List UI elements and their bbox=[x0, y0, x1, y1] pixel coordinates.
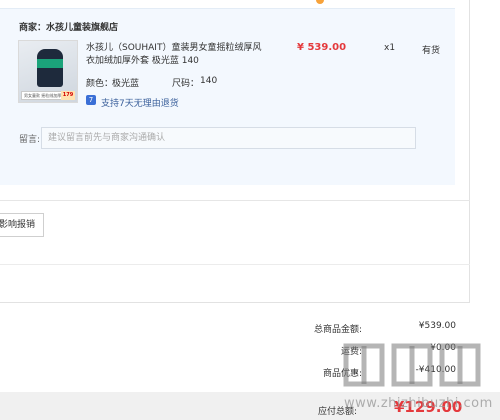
shop-name[interactable]: 商家：水孩儿童装旗舰店 bbox=[19, 20, 118, 33]
section-divider bbox=[0, 302, 470, 303]
watermark-text: www.zhizhibuzhi.com bbox=[344, 396, 493, 411]
invoice-button[interactable]: 影响报销 bbox=[0, 213, 44, 237]
item-quantity: x1 bbox=[384, 43, 396, 53]
thumbnail-price: 179 bbox=[61, 91, 75, 100]
message-label: 留言: bbox=[19, 135, 41, 145]
section-divider bbox=[0, 264, 470, 265]
status-dot bbox=[316, 0, 324, 4]
goods-total-label: 总商品金额: bbox=[313, 325, 362, 335]
return-policy-icon: 7 bbox=[86, 95, 96, 105]
goods-total-value: ¥539.00 bbox=[418, 321, 456, 331]
product-title[interactable]: 水孩儿（SOUHAIT）童装男女童摇粒绒厚风衣加绒加厚外套 极光蓝 140 bbox=[86, 42, 266, 68]
message-input[interactable] bbox=[41, 127, 416, 149]
size-value: 140 bbox=[200, 76, 218, 86]
content-frame-border bbox=[469, 0, 470, 303]
jacket-image bbox=[37, 49, 63, 87]
color-value: 极光蓝 bbox=[112, 79, 140, 89]
size-label: 尺码： bbox=[172, 79, 200, 89]
item-price: ¥ 539.00 bbox=[297, 42, 347, 53]
return-policy-link[interactable]: 支持7天无理由退货 bbox=[101, 96, 179, 109]
product-thumbnail[interactable]: 男女童款 摇粒绒加厚 179 bbox=[18, 40, 78, 103]
jacket-stripe bbox=[37, 59, 63, 68]
watermark-logo-icon bbox=[343, 343, 481, 387]
color-label: 颜色： bbox=[86, 79, 114, 89]
section-divider bbox=[0, 200, 470, 201]
stock-status: 有货 bbox=[422, 46, 441, 56]
